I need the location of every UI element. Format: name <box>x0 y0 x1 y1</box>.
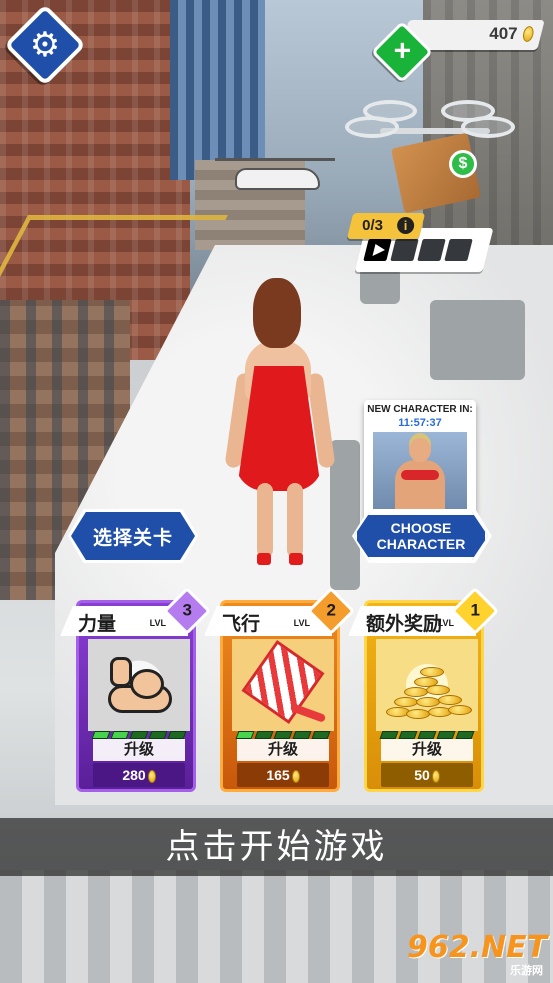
lvl-label: LVL <box>149 618 166 628</box>
propeller-icon <box>363 100 417 122</box>
level-bar-segment <box>110 731 130 739</box>
level-number: 3 <box>182 600 193 620</box>
drone-gift-box[interactable]: $ <box>345 98 515 218</box>
ad-reward-counter: 0/3 i <box>346 213 426 239</box>
site-watermark: 962.NET 乐游网 <box>407 930 547 978</box>
upgrade-label[interactable]: 升级 <box>93 739 185 761</box>
level-bar-segment <box>167 731 187 739</box>
price-value: 165 <box>266 767 290 783</box>
upgrade-card-bonus[interactable]: 升级 50 额外奖励 LVL 1 <box>348 586 500 792</box>
bonus-art <box>376 639 478 731</box>
strength-art <box>88 639 190 731</box>
new-character-timer: 11:57:37 <box>398 417 442 429</box>
tap-to-start-text: 点击开始游戏 <box>165 828 388 866</box>
player-character[interactable] <box>224 278 336 568</box>
level-bar-segment <box>148 731 168 739</box>
rooftop-ac-unit <box>430 300 525 380</box>
upgrade-label[interactable]: 升级 <box>237 739 329 761</box>
flight-art <box>232 639 334 731</box>
coin-pile-icon <box>382 657 472 727</box>
rooftop-vent <box>360 268 400 304</box>
level-bar-segment <box>417 731 437 739</box>
choose-character-label: CHOOSE CHARACTER <box>376 520 466 552</box>
plus-icon: + <box>393 34 412 68</box>
select-level-label: 选择关卡 <box>92 527 173 549</box>
level-bar-segment <box>455 731 475 739</box>
upgrade-price[interactable]: 50 <box>381 763 473 787</box>
upgrade-label[interactable]: 升级 <box>381 739 473 761</box>
level-bar-segment <box>398 731 418 739</box>
level-number: 1 <box>470 600 481 620</box>
level-bar-segment <box>129 731 149 739</box>
level-bar-segment <box>379 731 399 739</box>
coin-icon <box>521 24 536 44</box>
level-bar-segment <box>254 731 274 739</box>
upgrade-card-strength[interactable]: 升级 280 力量 LVL 3 <box>60 586 212 792</box>
level-progress-bars <box>91 731 187 739</box>
level-number: 2 <box>326 600 337 620</box>
price-value: 280 <box>122 767 146 783</box>
gift-badge-icon: $ <box>449 150 477 178</box>
upgrade-price[interactable]: 280 <box>93 763 185 787</box>
progress-slot <box>444 239 473 261</box>
new-character-card[interactable]: NEW CHARACTER IN: 11:57:37 <box>364 400 476 522</box>
helicopter <box>215 150 335 200</box>
level-bar-segment <box>235 731 255 739</box>
level-bar-segment <box>273 731 293 739</box>
choose-character-button[interactable]: CHOOSE CHARACTER <box>354 512 488 560</box>
progress-slot <box>390 239 419 261</box>
new-character-label: NEW CHARACTER IN: <box>367 404 473 415</box>
level-bar-segment <box>91 731 111 739</box>
lvl-label: LVL <box>437 618 454 628</box>
watermark-subtitle: 乐游网 <box>510 965 543 977</box>
coin-amount: 407 <box>488 24 518 43</box>
lvl-label: LVL <box>293 618 310 628</box>
upgrade-name: 飞行 <box>222 614 261 635</box>
coin-icon <box>291 769 300 783</box>
level-bar-segment <box>311 731 331 739</box>
gear-icon: ⚙ <box>29 25 61 65</box>
play-video-icon[interactable] <box>363 239 392 261</box>
level-progress-bars <box>379 731 475 739</box>
ad-counter-text: 0/3 <box>362 217 383 234</box>
select-level-button[interactable]: 选择关卡 <box>71 512 195 560</box>
info-icon[interactable]: i <box>397 217 415 234</box>
upgrade-name: 额外奖励 <box>366 614 443 635</box>
coin-icon <box>147 769 156 783</box>
upgrade-price[interactable]: 165 <box>237 763 329 787</box>
coin-icon <box>431 769 440 783</box>
level-bar-segment <box>436 731 456 739</box>
propeller-icon <box>441 100 495 122</box>
level-progress-bars <box>235 731 331 739</box>
price-value: 50 <box>414 767 430 783</box>
upgrade-name: 力量 <box>78 614 117 635</box>
level-bar-segment <box>292 731 312 739</box>
progress-slot <box>417 239 446 261</box>
tap-to-start-banner[interactable]: 点击开始游戏 <box>0 818 553 876</box>
flexed-arm-icon <box>102 657 176 721</box>
watermark-logo: 962.NET <box>407 930 548 965</box>
upgrade-card-flight[interactable]: 升级 165 飞行 LVL 2 <box>204 586 356 792</box>
character-portrait <box>373 432 467 518</box>
